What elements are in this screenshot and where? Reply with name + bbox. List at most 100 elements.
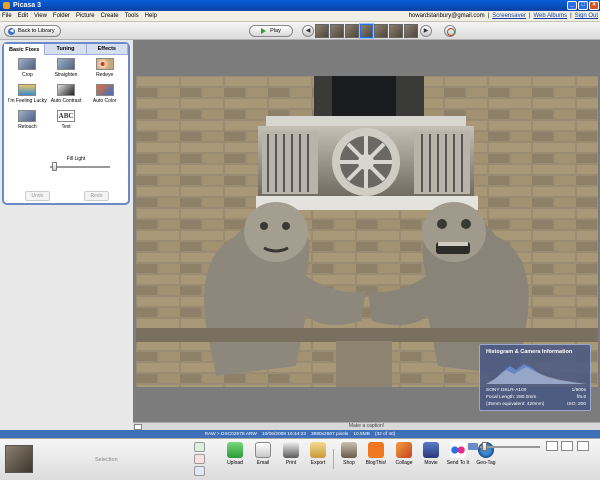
web-albums-link[interactable]: Web Albums (534, 13, 568, 19)
play-icon (261, 28, 267, 34)
window-title-bar: Picasa 3 _ □ × (0, 0, 600, 11)
close-button[interactable]: × (589, 1, 599, 10)
status-dimensions: 3880x2607 pixels (310, 431, 349, 437)
color-wheel-icon[interactable] (444, 25, 456, 37)
movie-icon (423, 442, 439, 458)
movie-label: Movie (424, 460, 438, 466)
window-controls: _ □ × (567, 1, 599, 10)
add-to-album-icon[interactable] (194, 466, 205, 476)
zoom-slider-thumb[interactable] (482, 442, 487, 451)
redeye-label: Redeye (96, 72, 114, 78)
tab-effects[interactable]: Effects (86, 44, 128, 55)
menu-file[interactable]: File (2, 13, 12, 19)
redo-button[interactable]: Redo (83, 191, 110, 201)
play-button[interactable]: Play (249, 25, 293, 37)
histogram-graph (486, 364, 586, 384)
menu-edit[interactable]: Edit (18, 13, 28, 19)
undo-redo-group: Undo Redo (8, 191, 126, 201)
menu-view[interactable]: View (34, 13, 47, 19)
caption-placeholder[interactable]: Make a caption! (349, 423, 384, 429)
print-button[interactable]: Print (276, 442, 306, 466)
blogger-icon (368, 442, 384, 458)
menu-create[interactable]: Create (101, 13, 119, 19)
crop-label: Crop (21, 72, 33, 78)
maximize-button[interactable]: □ (578, 1, 588, 10)
menu-help[interactable]: Help (145, 13, 157, 19)
zoom-slider-track[interactable] (480, 446, 540, 448)
crop-button[interactable]: Crop (8, 58, 47, 78)
retouch-button[interactable]: Retouch (8, 110, 47, 130)
focal-equivalent: (35mm equivalent: 420mm) (486, 402, 545, 407)
feeling-lucky-label: I'm Feeling Lucky (8, 98, 47, 104)
blogthis-label: BlogThis! (365, 460, 387, 466)
status-bar: RAW > DSC02578.ARW 10/06/2008 16:44:23 3… (0, 430, 600, 438)
minimize-button[interactable]: _ (567, 1, 577, 10)
edit-panel: Basic Fixes Tuning Effects Crop Straight… (0, 40, 133, 430)
upload-button[interactable]: Upload (220, 442, 250, 466)
filmstrip-thumb[interactable] (374, 24, 389, 38)
photo-gargoyles[interactable] (136, 76, 598, 387)
print-icon (283, 442, 299, 458)
redeye-button[interactable]: Redeye (85, 58, 124, 78)
export-label: Export (310, 460, 326, 466)
email-label: Email (256, 460, 270, 466)
next-photo-button[interactable]: ▶ (420, 25, 432, 37)
caption-bar[interactable]: Make a caption! (133, 422, 600, 430)
fill-light-slider-thumb[interactable] (52, 162, 57, 171)
crop-icon (18, 58, 37, 70)
filmstrip-thumb[interactable] (329, 24, 344, 38)
picasa-app-icon (3, 2, 10, 9)
edit-tabs: Basic Fixes Tuning Effects (4, 44, 128, 55)
retouch-icon (18, 110, 37, 122)
filmstrip-thumb[interactable] (344, 24, 359, 38)
straighten-button[interactable]: Straighten (47, 58, 86, 78)
feeling-lucky-button[interactable]: I'm Feeling Lucky (8, 84, 47, 104)
collage-button[interactable]: Collage (389, 442, 419, 466)
movie-button[interactable]: Movie (416, 442, 446, 466)
blogthis-button[interactable]: BlogThis! (361, 442, 391, 466)
histogram-camera-info-panel: Histogram & Camera Information SONY DSLR… (479, 344, 591, 411)
auto-contrast-button[interactable]: Auto Contrast (47, 84, 86, 104)
back-to-library-button[interactable]: ◀ Back to Library (4, 25, 61, 37)
feeling-lucky-icon (18, 84, 37, 96)
screensaver-link[interactable]: Screensaver (492, 13, 526, 19)
shop-label: Shop (343, 460, 355, 466)
menu-folder[interactable]: Folder (53, 13, 70, 19)
previous-photo-button[interactable]: ◀ (302, 25, 314, 37)
view-single-icon[interactable] (546, 441, 558, 451)
fill-light-slider-track[interactable] (50, 166, 110, 168)
menu-picture[interactable]: Picture (76, 13, 95, 19)
window-title: Picasa 3 (13, 2, 42, 9)
sign-out-link[interactable]: Sign Out (575, 13, 598, 19)
collage-icon (396, 442, 412, 458)
shop-icon (341, 442, 357, 458)
fill-light-control: Fill Light (8, 156, 124, 171)
hold-pin-icon[interactable] (194, 442, 205, 452)
undo-button[interactable]: Undo (24, 191, 51, 201)
tab-tuning[interactable]: Tuning (45, 44, 87, 55)
export-button[interactable]: Export (303, 442, 333, 466)
edit-tabs-box: Basic Fixes Tuning Effects Crop Straight… (2, 42, 130, 205)
filmstrip-thumb[interactable] (389, 24, 404, 38)
filmstrip-thumb[interactable] (315, 24, 329, 38)
shutter-speed: 1/500s (571, 388, 586, 393)
basic-fixes-tools: Crop Straighten Redeye I'm Feeling Lucky… (8, 58, 124, 130)
email-icon (255, 442, 271, 458)
view-compare-icon[interactable] (561, 441, 573, 451)
clear-tray-icon[interactable] (194, 454, 205, 464)
email-button[interactable]: Email (248, 442, 278, 466)
shop-button[interactable]: Shop (334, 442, 364, 466)
menu-tools[interactable]: Tools (125, 13, 139, 19)
tray-selected-thumbnail[interactable] (5, 445, 33, 473)
auto-color-button[interactable]: Auto Color (85, 84, 124, 104)
filmstrip-thumb-selected[interactable] (359, 24, 374, 38)
filmstrip-thumb[interactable] (404, 24, 419, 38)
flickr-icon (450, 442, 466, 458)
redeye-icon (95, 58, 114, 70)
fullscreen-icon[interactable] (577, 441, 589, 451)
account-area: howardstanbury@gmail.com | Screensaver |… (408, 13, 598, 19)
tab-basic-fixes[interactable]: Basic Fixes (4, 44, 46, 55)
print-label: Print (285, 460, 297, 466)
play-label: Play (270, 28, 281, 34)
text-button[interactable]: ABC Text (47, 110, 86, 130)
